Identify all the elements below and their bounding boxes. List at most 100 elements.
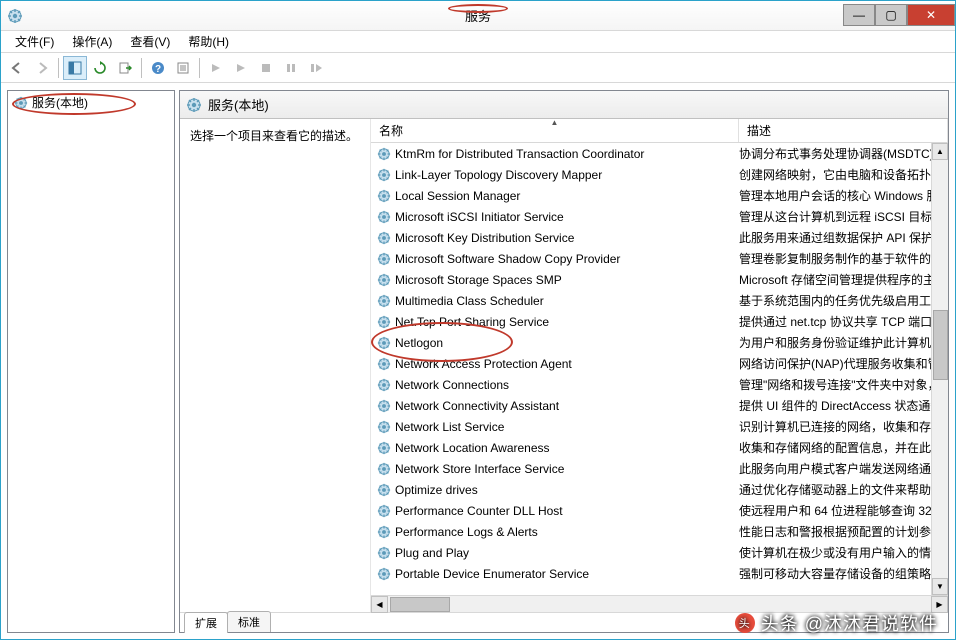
service-desc: 强制可移动大容量存储设备的组策略。 [739,565,948,582]
gear-icon [377,546,391,560]
menu-help[interactable]: 帮助(H) [180,31,237,52]
service-name: Link-Layer Topology Discovery Mapper [395,168,602,182]
service-row[interactable]: Performance Logs & Alerts 性能日志和警报根据预配置的计划… [371,521,948,542]
start-service-button[interactable] [204,56,228,80]
menubar: 文件(F) 操作(A) 查看(V) 帮助(H) [1,31,955,53]
scroll-down-button[interactable]: ▼ [932,578,948,595]
properties-button[interactable] [171,56,195,80]
sort-asc-icon: ▲ [551,118,559,127]
service-row[interactable]: Portable Device Enumerator Service 强制可移动大… [371,563,948,584]
service-row[interactable]: Microsoft Storage Spaces SMPMicrosoft 存储… [371,269,948,290]
forward-button[interactable] [30,56,54,80]
gear-icon [377,210,391,224]
hscroll-thumb[interactable] [390,597,450,612]
service-list: 名称 ▲ 描述 KtmRm for Distributed Transactio… [370,119,948,612]
service-row[interactable]: Microsoft Software Shadow Copy Provider管… [371,248,948,269]
gear-icon [377,231,391,245]
service-name: Network Connectivity Assistant [395,399,559,413]
service-row[interactable]: KtmRm for Distributed Transaction Coordi… [371,143,948,164]
column-name[interactable]: 名称 ▲ [371,119,739,142]
tree-root-node[interactable]: 服务(本地) [8,91,174,114]
menu-view[interactable]: 查看(V) [122,31,178,52]
service-row[interactable]: Network List Service识别计算机已连接的网络，收集和存储 [371,416,948,437]
service-desc: 性能日志和警报根据预配置的计划参数 [739,523,948,540]
titlebar[interactable]: 服务 — ▢ ✕ [1,1,955,31]
column-desc[interactable]: 描述 [739,119,948,142]
restart-service-button[interactable] [304,56,328,80]
service-desc: 网络访问保护(NAP)代理服务收集和管 [739,355,948,372]
refresh-button[interactable] [88,56,112,80]
window-title: 服务 [465,6,491,25]
gear-icon [377,357,391,371]
service-row[interactable]: Network Connectivity Assistant提供 UI 组件的 … [371,395,948,416]
gear-icon [377,420,391,434]
service-desc: 收集和存储网络的配置信息，并在此信 [739,439,948,456]
service-desc: 创建网络映射，它由电脑和设备拓扑(连 [739,166,948,183]
play-service-button[interactable] [229,56,253,80]
vertical-scrollbar[interactable]: ▲ ▼ [931,143,948,595]
service-row[interactable]: Microsoft Key Distribution Service此服务用来通… [371,227,948,248]
description-prompt: 选择一个项目来查看它的描述。 [190,127,360,144]
list-body[interactable]: KtmRm for Distributed Transaction Coordi… [371,143,948,595]
export-button[interactable] [113,56,137,80]
service-row[interactable]: Optimize drives通过优化存储驱动器上的文件来帮助计 [371,479,948,500]
maximize-button[interactable]: ▢ [875,4,907,26]
help-button[interactable]: ? [146,56,170,80]
watermark-text: 头条 @沐沐君说软件 [761,610,938,636]
scroll-left-button[interactable]: ◀ [371,596,388,613]
gear-icon [377,147,391,161]
tree-pane[interactable]: 服务(本地) [7,90,175,633]
back-button[interactable] [5,56,29,80]
service-row[interactable]: Multimedia Class Scheduler基于系统范围内的任务优先级启… [371,290,948,311]
services-window: 服务 — ▢ ✕ 文件(F) 操作(A) 查看(V) 帮助(H) ? [0,0,956,640]
service-desc: 管理从这台计算机到远程 iSCSI 目标设 [739,208,948,225]
watermark-icon: 头 [735,613,755,633]
service-name: Net.Tcp Port Sharing Service [395,315,549,329]
service-desc: 管理卷影复制服务制作的基于软件的卷 [739,250,948,267]
service-desc: Microsoft 存储空间管理提供程序的主 [739,271,948,288]
service-row[interactable]: Link-Layer Topology Discovery Mapper 创建网络… [371,164,948,185]
minimize-button[interactable]: — [843,4,875,26]
service-row[interactable]: Plug and Play使计算机在极少或没有用户输入的情况 [371,542,948,563]
service-name: Network Connections [395,378,509,392]
service-row[interactable]: Network Access Protection Agent网络访问保护(NA… [371,353,948,374]
menu-action[interactable]: 操作(A) [64,31,120,52]
menu-file[interactable]: 文件(F) [7,31,62,52]
service-name: Microsoft iSCSI Initiator Service [395,210,564,224]
pause-service-button[interactable] [279,56,303,80]
scroll-up-button[interactable]: ▲ [932,143,948,160]
service-desc: 此服务用来通过组数据保护 API 保护数 [739,229,948,246]
tab-extended[interactable]: 扩展 [184,612,228,633]
tab-standard[interactable]: 标准 [227,611,271,632]
gear-icon [377,294,391,308]
show-hide-tree-button[interactable] [63,56,87,80]
main-header-title: 服务(本地) [208,95,269,114]
service-name: Portable Device Enumerator Service [395,567,589,581]
service-row[interactable]: Network Connections管理"网络和拨号连接"文件夹中对象，在 [371,374,948,395]
gear-icon [377,399,391,413]
gear-icon [377,189,391,203]
service-row[interactable]: Network Location Awareness 收集和存储网络的配置信息，并… [371,437,948,458]
close-button[interactable]: ✕ [907,4,955,26]
tree-root-label: 服务(本地) [32,94,88,111]
service-desc: 管理本地用户会话的核心 Windows 服 [739,187,948,204]
service-name: Netlogon [395,336,443,350]
service-row[interactable]: Local Session Manager管理本地用户会话的核心 Windows… [371,185,948,206]
gear-icon [377,252,391,266]
service-desc: 使计算机在极少或没有用户输入的情况 [739,544,948,561]
service-desc: 为用户和服务身份验证维护此计算机和 [739,334,948,351]
gear-icon [186,97,202,113]
service-name: Multimedia Class Scheduler [395,294,544,308]
service-name: Network List Service [395,420,504,434]
stop-service-button[interactable] [254,56,278,80]
service-name: Network Location Awareness [395,441,550,455]
service-row[interactable]: Net.Tcp Port Sharing Service提供通过 net.tcp… [371,311,948,332]
service-name: Optimize drives [395,483,478,497]
scroll-thumb[interactable] [933,310,948,380]
service-row[interactable]: Network Store Interface Service此服务向用户模式客… [371,458,948,479]
service-row[interactable]: Netlogon 为用户和服务身份验证维护此计算机和 [371,332,948,353]
service-name: Performance Logs & Alerts [395,525,538,539]
service-row[interactable]: Performance Counter DLL Host使远程用户和 64 位进… [371,500,948,521]
main-pane: 服务(本地) 选择一个项目来查看它的描述。 名称 ▲ 描述 [179,90,949,633]
service-row[interactable]: Microsoft iSCSI Initiator Service 管理从这台计算… [371,206,948,227]
